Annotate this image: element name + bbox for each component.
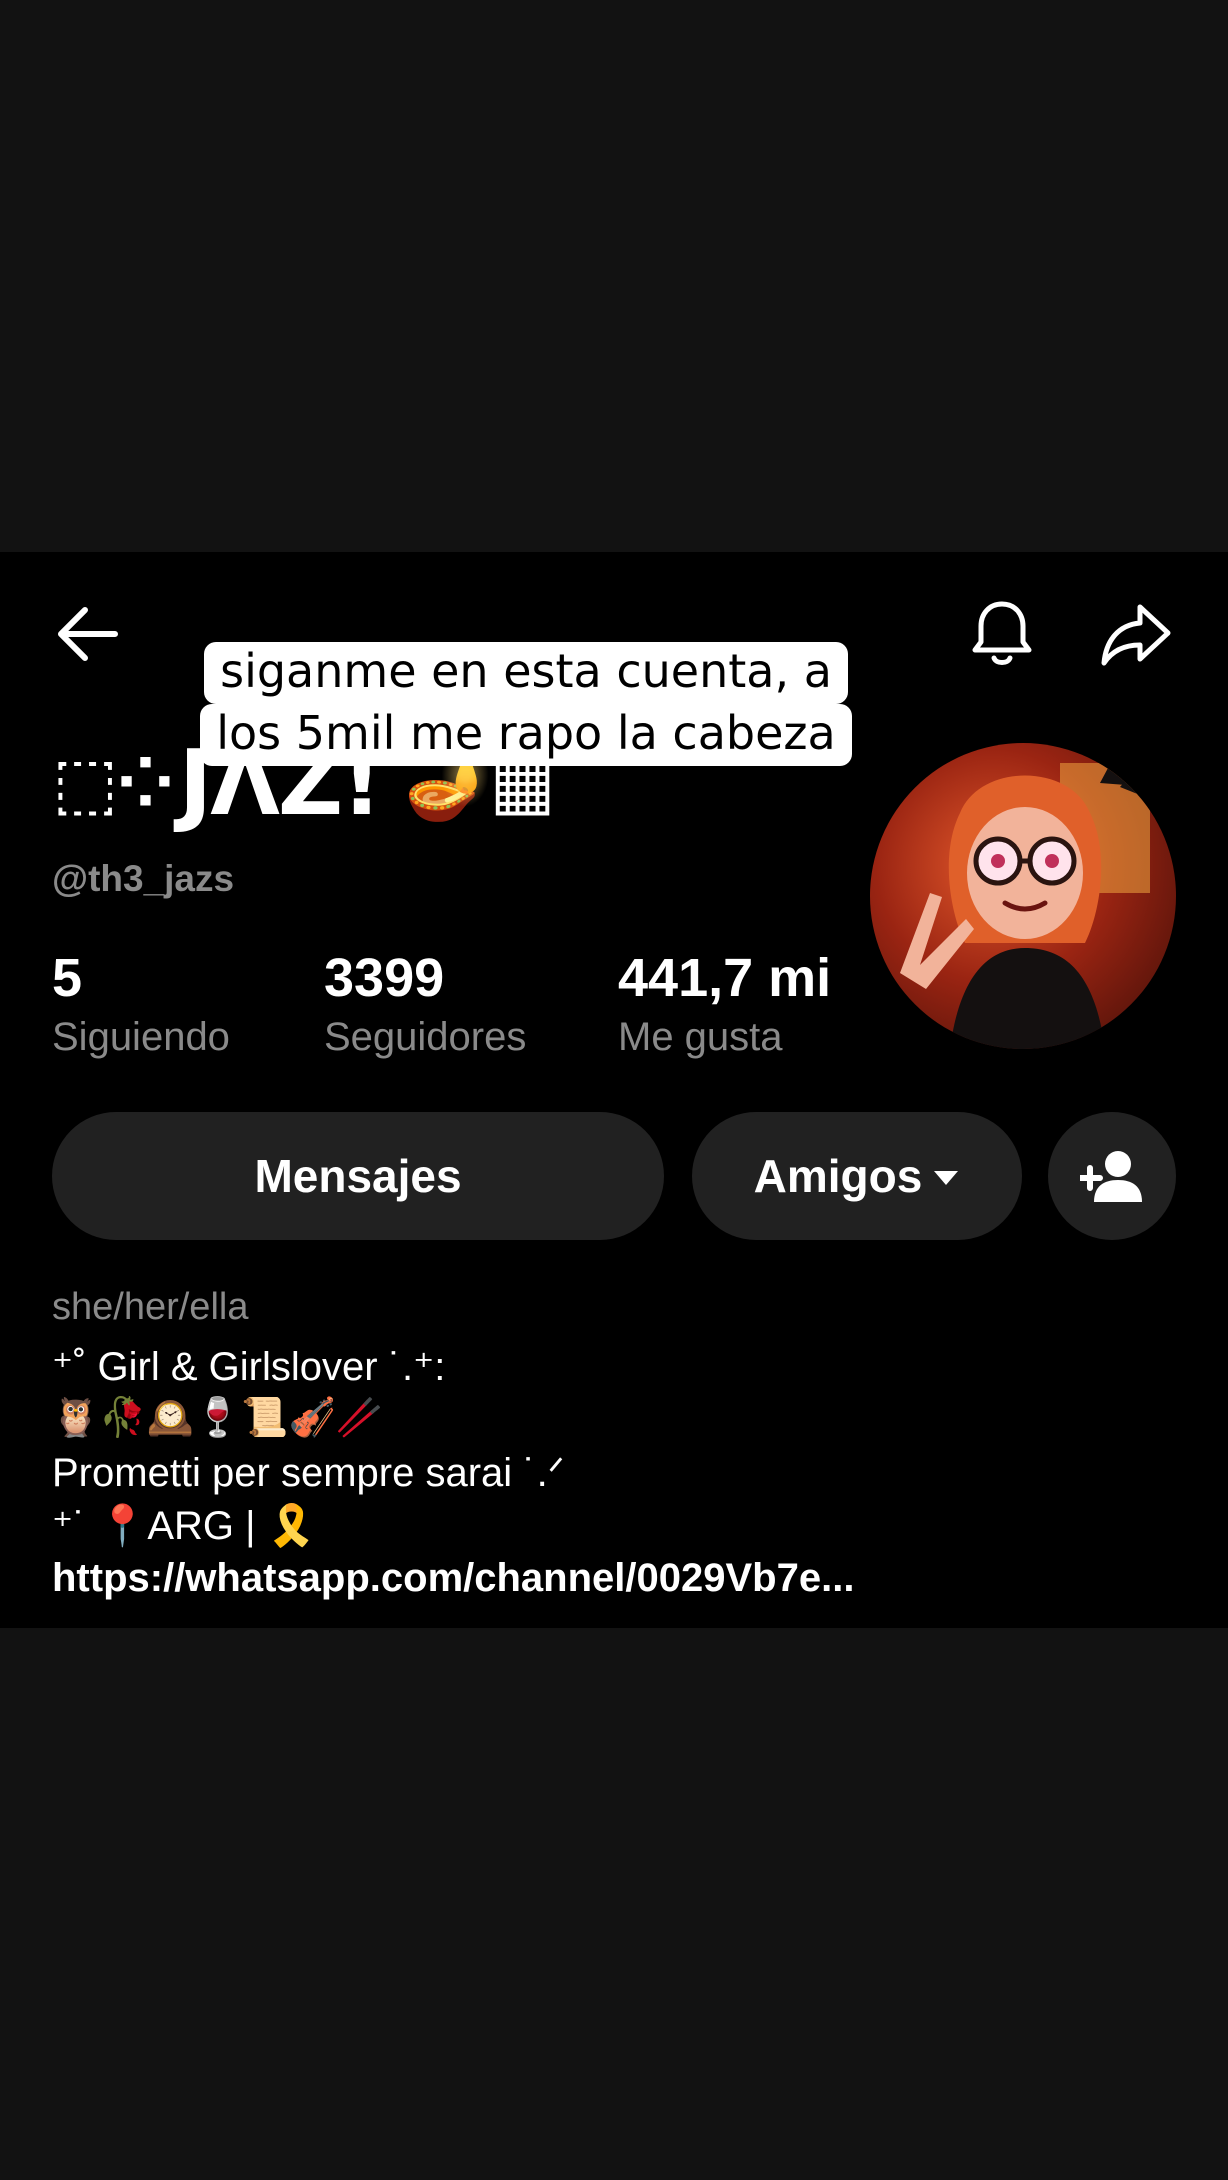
followers-count: 3399 [324, 948, 445, 1008]
bio-line-1: ⁺˚ Girl & Girlslover ˙.⁺: [52, 1345, 446, 1389]
avatar[interactable] [870, 743, 1176, 1049]
share-icon[interactable] [1096, 594, 1176, 674]
friends-button[interactable]: Amigos [692, 1112, 1022, 1240]
letterbox-bottom [0, 1628, 1228, 2180]
messages-button-label: Mensajes [254, 1150, 462, 1202]
stat-followers[interactable]: 3399 Seguidores [324, 946, 526, 1064]
stat-following[interactable]: 5 Siguiendo [52, 946, 230, 1064]
caption-overlay: siganme en esta cuenta, a los 5mil me ra… [186, 640, 866, 766]
add-friend-button[interactable] [1048, 1112, 1176, 1240]
bio-link[interactable]: https://whatsapp.com/channel/0029Vb7e... [52, 1556, 854, 1601]
followers-label: Seguidores [324, 1015, 527, 1059]
avatar-illustration [900, 753, 1150, 1049]
display-name-deco-left: ⬚⁘ [52, 742, 175, 824]
bio-line-4: ⁺˙ 📍ARG | 🎗️ [52, 1504, 317, 1548]
caption-line-2: los 5mil me rapo la cabeza [200, 704, 852, 766]
following-count: 5 [52, 948, 83, 1008]
caption-line-1: siganme en esta cuenta, a [204, 642, 848, 704]
letterbox-top [0, 0, 1228, 552]
screen: ⬚⁘ JΛZ! 🪔▦ @th3_jazs 5 Siguiendo 3399 Se… [0, 0, 1228, 2180]
bell-icon[interactable] [962, 594, 1042, 674]
username-handle: @th3_jazs [52, 858, 235, 899]
back-arrow-icon[interactable] [46, 594, 126, 674]
messages-button[interactable]: Mensajes [52, 1112, 664, 1240]
following-label: Siguiendo [52, 1015, 230, 1059]
friends-button-label: Amigos [753, 1150, 923, 1202]
bio-line-2: 🦉🥀🕰️🍷📜🎻🥢 [52, 1397, 384, 1439]
likes-label: Me gusta [618, 1015, 783, 1059]
chevron-down-icon [934, 1171, 959, 1185]
bio-line-3: Prometti per sempre sarai ˙.ᐟ [52, 1451, 565, 1495]
stat-likes: 441,7 mi Me gusta [618, 946, 831, 1064]
likes-count: 441,7 mi [618, 948, 832, 1008]
bio-pronouns: she/her/ella [52, 1286, 249, 1328]
add-user-icon [1080, 1151, 1142, 1202]
